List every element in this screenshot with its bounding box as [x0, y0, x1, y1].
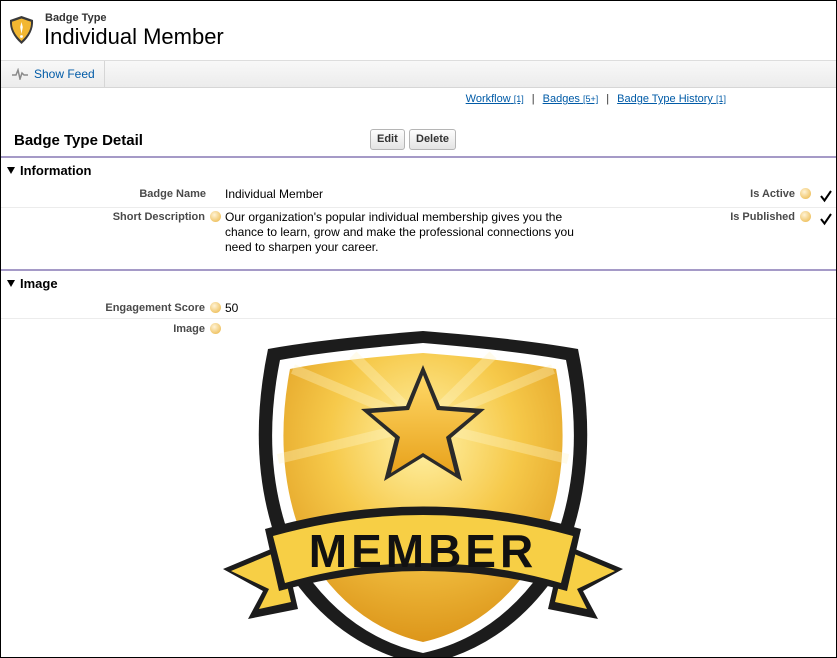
- short-description-value: Our organization's popular individual me…: [225, 210, 605, 255]
- show-feed-button[interactable]: Show Feed: [1, 61, 105, 87]
- row-divider: [1, 318, 836, 319]
- description-line: Our organization's popular individual me…: [225, 210, 563, 224]
- is-active-checkmark: [819, 189, 833, 203]
- link-separator: |: [606, 93, 610, 105]
- description-line: need to sharpen your career.: [225, 240, 379, 254]
- badge-name-value: Individual Member: [225, 187, 324, 201]
- engagement-score-label: Engagement Score: [41, 302, 221, 314]
- is-published-checkmark: [819, 212, 833, 226]
- image-section-toggle[interactable]: Image: [7, 276, 58, 291]
- edit-button[interactable]: Edit: [370, 129, 405, 150]
- help-bubble-icon[interactable]: [800, 188, 811, 199]
- help-bubble-icon[interactable]: [210, 211, 221, 222]
- member-badge-image: MEMBER: [223, 331, 623, 657]
- shield-badge-icon: [9, 16, 34, 44]
- short-description-label: Short Description: [41, 211, 221, 223]
- description-line: chance to learn, grow and make the profe…: [225, 225, 574, 239]
- badge-text: MEMBER: [309, 525, 537, 577]
- show-feed-label: Show Feed: [34, 67, 95, 81]
- object-type-label: Badge Type: [45, 12, 107, 24]
- collapse-triangle-icon: [7, 280, 15, 287]
- related-list-links: Workflow [1] | Badges [5+] | Badge Type Hist…: [466, 93, 726, 105]
- is-active-label: Is Active: [601, 188, 811, 200]
- help-bubble-icon[interactable]: [210, 302, 221, 313]
- workflow-link[interactable]: Workflow [1]: [466, 93, 524, 105]
- row-divider: [1, 207, 836, 208]
- engagement-score-value: 50: [225, 301, 239, 315]
- page-frame: Badge Type Individual Member Show Feed W…: [0, 0, 837, 658]
- link-separator: |: [531, 93, 535, 105]
- help-bubble-icon[interactable]: [210, 323, 221, 334]
- badge-name-label: Badge Name: [139, 188, 206, 200]
- badge-type-history-link[interactable]: Badge Type History [1]: [617, 93, 726, 105]
- pulse-icon: [12, 68, 28, 80]
- checkmark-icon: [820, 190, 832, 203]
- checkmark-icon: [820, 213, 832, 226]
- information-section-toggle[interactable]: Information: [7, 163, 92, 178]
- page-title: Individual Member: [44, 24, 224, 49]
- delete-button[interactable]: Delete: [409, 129, 457, 150]
- collapse-triangle-icon: [7, 167, 15, 174]
- information-section: Information Badge Name Individual Member…: [1, 156, 836, 271]
- badges-link[interactable]: Badges [5+]: [543, 93, 599, 105]
- feed-bar: Show Feed: [1, 60, 836, 88]
- image-label: Image: [41, 323, 221, 335]
- detail-title: Badge Type Detail: [14, 132, 143, 149]
- is-published-label: Is Published: [601, 211, 811, 223]
- page-header: Badge Type Individual Member: [1, 1, 836, 59]
- help-bubble-icon[interactable]: [800, 211, 811, 222]
